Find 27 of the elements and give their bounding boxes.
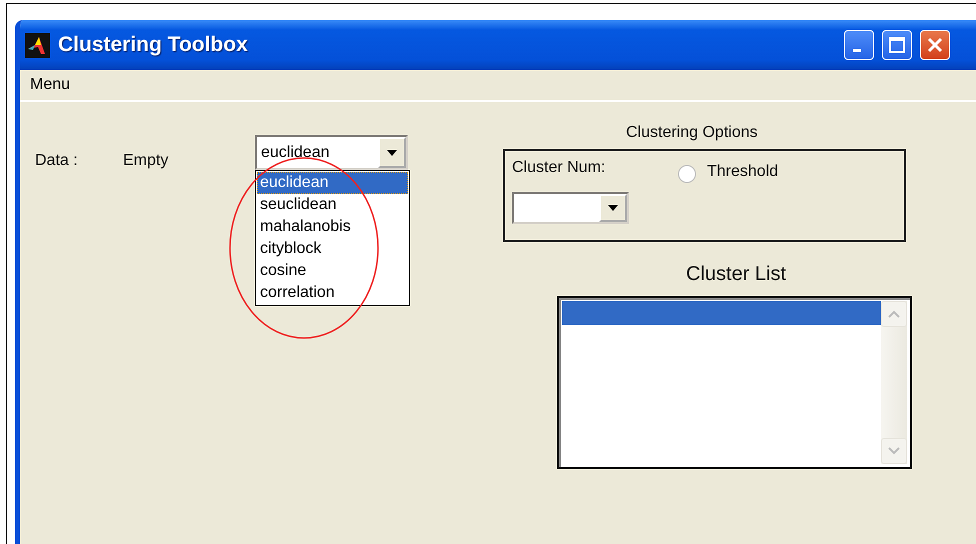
- data-value: Empty: [123, 152, 168, 170]
- threshold-label: Threshold: [707, 163, 778, 181]
- cluster-num-dropdown[interactable]: [512, 192, 629, 224]
- dropdown-option[interactable]: mahalanobis: [257, 216, 408, 238]
- threshold-radio[interactable]: [678, 165, 696, 183]
- options-title: Clustering Options: [626, 124, 758, 142]
- close-icon: [926, 36, 944, 54]
- cluster-num-label: Cluster Num:: [512, 159, 606, 177]
- close-button[interactable]: [920, 30, 950, 60]
- menu-item[interactable]: Menu: [20, 76, 80, 94]
- minimize-button[interactable]: [844, 30, 874, 60]
- dropdown-option[interactable]: euclidean: [257, 172, 408, 194]
- cluster-listbox[interactable]: [557, 296, 912, 469]
- data-label: Data :: [35, 152, 78, 170]
- maximize-button[interactable]: [882, 30, 912, 60]
- dropdown-option[interactable]: seuclidean: [257, 194, 408, 216]
- dropdown-arrow-icon: [607, 204, 619, 212]
- maximize-icon: [888, 36, 906, 54]
- dropdown-option[interactable]: cosine: [257, 260, 408, 282]
- dropdown-option[interactable]: correlation: [257, 282, 408, 304]
- window-title: Clustering Toolbox: [58, 33, 249, 57]
- distance-dropdown[interactable]: euclidean: [255, 135, 408, 170]
- dropdown-arrow-icon: [386, 148, 398, 156]
- cluster-list-title: Cluster List: [686, 263, 786, 286]
- minimize-icon: [853, 48, 861, 52]
- dropdown-option[interactable]: cityblock: [257, 238, 408, 260]
- app-icon: [25, 32, 50, 58]
